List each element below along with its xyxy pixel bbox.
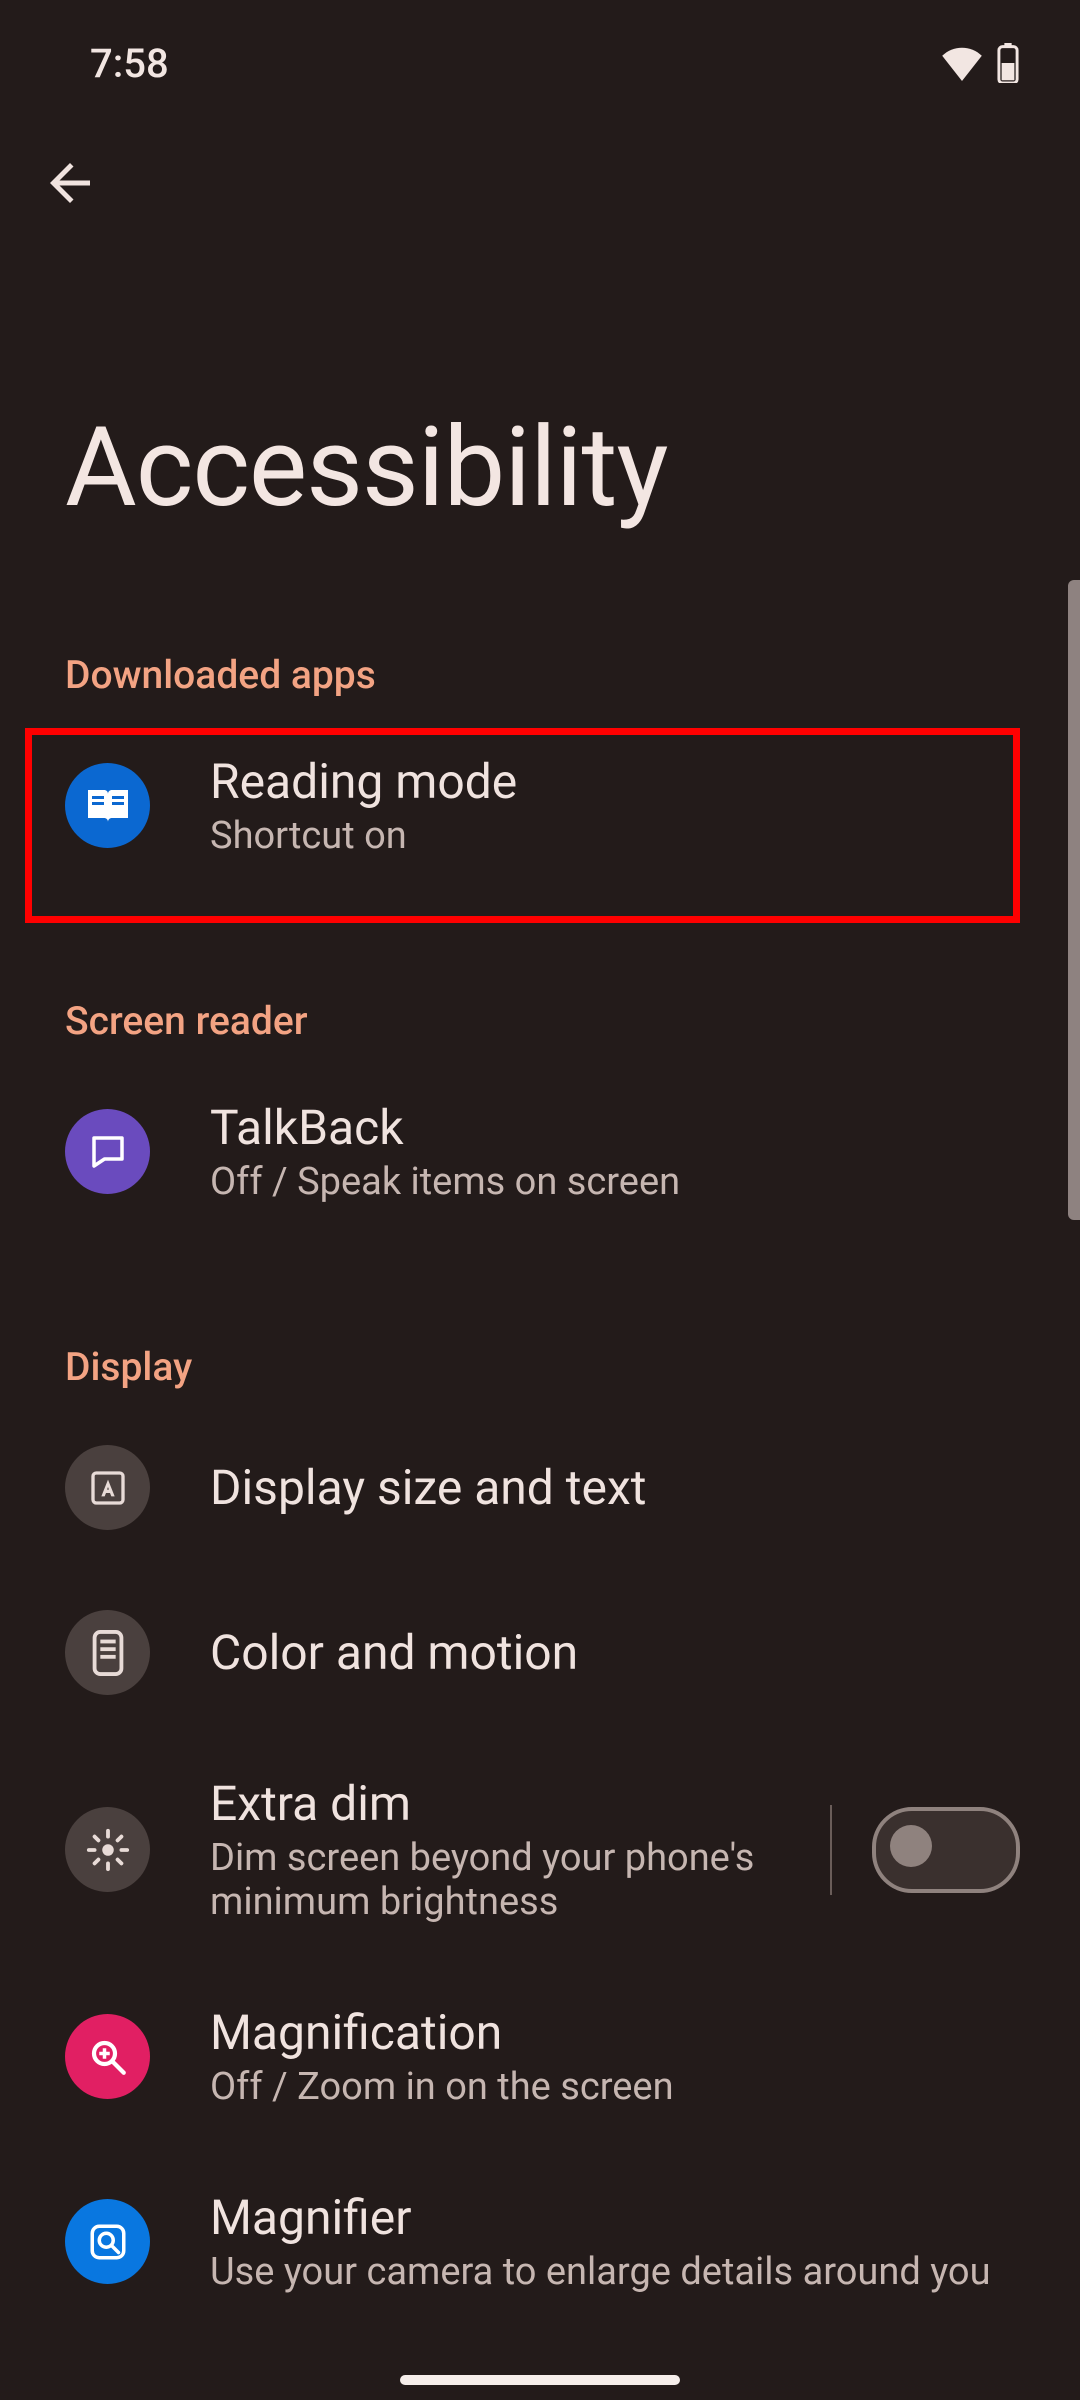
magnification-sub: Off / Zoom in on the screen xyxy=(210,2065,1030,2109)
display-size-icon xyxy=(65,1445,150,1530)
magnification-label: Magnification xyxy=(210,2004,1030,2061)
display-size-label: Display size and text xyxy=(210,1459,1030,1516)
magnification-icon xyxy=(65,2014,150,2099)
reading-mode-sub: Shortcut on xyxy=(210,814,1030,858)
scroll-indicator[interactable] xyxy=(1068,580,1080,1220)
item-reading-mode[interactable]: Reading mode Shortcut on xyxy=(0,713,1080,898)
item-extra-dim[interactable]: Extra dim Dim screen beyond your phone's… xyxy=(0,1735,1080,1964)
talkback-sub: Off / Speak items on screen xyxy=(210,1160,1030,1204)
item-color-motion[interactable]: Color and motion xyxy=(0,1570,1080,1735)
reading-mode-label: Reading mode xyxy=(210,753,1030,810)
status-time: 7:58 xyxy=(90,40,169,87)
wifi-icon xyxy=(940,45,984,81)
status-icons xyxy=(940,43,1020,83)
section-screen-reader: Screen reader xyxy=(0,898,1080,1059)
battery-icon xyxy=(996,43,1020,83)
magnifier-sub: Use your camera to enlarge details aroun… xyxy=(210,2250,1030,2294)
reading-mode-icon xyxy=(65,763,150,848)
talkback-icon xyxy=(65,1109,150,1194)
color-motion-icon xyxy=(65,1610,150,1695)
status-bar: 7:58 xyxy=(0,0,1080,98)
section-display: Display xyxy=(0,1244,1080,1405)
extra-dim-icon xyxy=(65,1807,150,1892)
item-magnification[interactable]: Magnification Off / Zoom in on the scree… xyxy=(0,1964,1080,2149)
back-button[interactable] xyxy=(40,153,1080,213)
color-motion-label: Color and motion xyxy=(210,1624,1030,1681)
extra-dim-toggle[interactable] xyxy=(872,1807,1020,1893)
item-display-size-text[interactable]: Display size and text xyxy=(0,1405,1080,1570)
section-downloaded-apps: Downloaded apps xyxy=(0,532,1080,713)
extra-dim-label: Extra dim xyxy=(210,1775,770,1832)
nav-handle[interactable] xyxy=(400,2375,680,2385)
talkback-label: TalkBack xyxy=(210,1099,1030,1156)
magnifier-icon xyxy=(65,2199,150,2284)
divider xyxy=(830,1805,832,1895)
magnifier-label: Magnifier xyxy=(210,2189,1030,2246)
page-title: Accessibility xyxy=(0,213,1080,532)
item-talkback[interactable]: TalkBack Off / Speak items on screen xyxy=(0,1059,1080,1244)
item-magnifier[interactable]: Magnifier Use your camera to enlarge det… xyxy=(0,2149,1080,2334)
extra-dim-sub: Dim screen beyond your phone's minimum b… xyxy=(210,1836,770,1924)
